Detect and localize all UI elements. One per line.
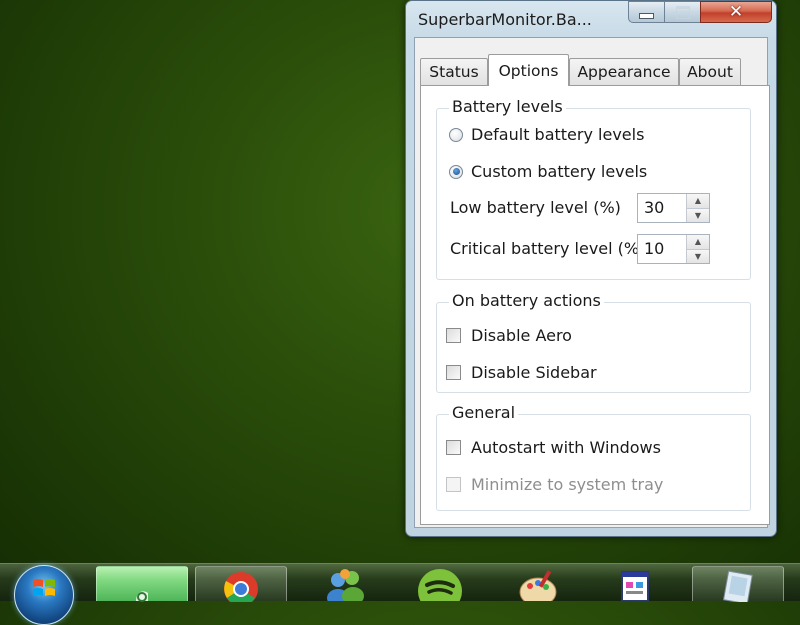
- maximize-icon: [675, 5, 690, 19]
- close-icon: ✕: [728, 1, 744, 22]
- critical-battery-up-button[interactable]: ▲: [687, 235, 709, 250]
- maximize-button: [664, 1, 700, 23]
- chrome-button[interactable]: [195, 566, 287, 602]
- window-app-icon: [621, 571, 649, 601]
- minimize-to-tray-label: Minimize to system tray: [471, 475, 664, 494]
- disable-aero-checkbox[interactable]: [446, 328, 461, 343]
- window-title: SuperbarMonitor.Ba...: [418, 10, 592, 29]
- start-button[interactable]: [14, 565, 74, 625]
- document-app-icon: [722, 570, 753, 602]
- critical-battery-down-button[interactable]: ▼: [687, 249, 709, 263]
- battery-levels-group: Battery levels Default battery levels Cu…: [436, 97, 751, 280]
- window-app-button[interactable]: [600, 566, 670, 601]
- minimize-to-tray-checkbox: [446, 477, 461, 492]
- disable-aero-label: Disable Aero: [471, 326, 572, 345]
- chrome-icon: [224, 572, 258, 602]
- paint-icon: [519, 570, 557, 601]
- disable-sidebar-label: Disable Sidebar: [471, 363, 597, 382]
- tab-strip: Status Options Appearance About: [420, 54, 780, 86]
- minimize-to-tray-option: Minimize to system tray: [446, 475, 663, 494]
- options-panel: Battery levels Default battery levels Cu…: [420, 85, 770, 525]
- paint-button[interactable]: [503, 566, 573, 601]
- low-battery-down-button[interactable]: ▼: [687, 208, 709, 222]
- critical-battery-label: Critical battery level (%): [450, 239, 646, 258]
- minimize-button[interactable]: [628, 1, 664, 23]
- critical-battery-spin-buttons: ▲ ▼: [686, 235, 709, 263]
- low-battery-up-button[interactable]: ▲: [687, 194, 709, 209]
- taskbar: [0, 563, 800, 602]
- default-battery-levels-option[interactable]: Default battery levels: [449, 125, 644, 144]
- tab-status[interactable]: Status: [420, 58, 488, 85]
- autostart-label: Autostart with Windows: [471, 438, 661, 457]
- autostart-option[interactable]: Autostart with Windows: [446, 438, 661, 457]
- on-battery-actions-group: On battery actions Disable Aero Disable …: [436, 291, 751, 393]
- custom-battery-levels-radio[interactable]: [449, 164, 463, 179]
- disable-sidebar-option[interactable]: Disable Sidebar: [446, 363, 597, 382]
- spotify-button[interactable]: [405, 566, 475, 601]
- critical-battery-input[interactable]: 10: [638, 235, 686, 263]
- superbarmonitor-window: SuperbarMonitor.Ba... ✕ Status Options A…: [405, 0, 777, 537]
- critical-battery-spinner[interactable]: 10 ▲ ▼: [637, 234, 710, 264]
- active-app-button[interactable]: [96, 566, 188, 602]
- low-battery-label: Low battery level (%): [450, 198, 621, 217]
- general-group: General Autostart with Windows Minimize …: [436, 403, 751, 511]
- close-button[interactable]: ✕: [700, 1, 772, 23]
- document-app-button[interactable]: [692, 566, 784, 602]
- low-battery-spinner[interactable]: 30 ▲ ▼: [637, 193, 710, 223]
- messenger-button[interactable]: [310, 566, 380, 601]
- low-battery-spin-buttons: ▲ ▼: [686, 194, 709, 222]
- minimize-icon: [639, 13, 654, 19]
- disable-sidebar-checkbox[interactable]: [446, 365, 461, 380]
- general-title: General: [449, 403, 519, 423]
- default-battery-levels-label: Default battery levels: [471, 125, 645, 144]
- disable-aero-option[interactable]: Disable Aero: [446, 326, 572, 345]
- low-battery-input[interactable]: 30: [638, 194, 686, 222]
- tab-options[interactable]: Options: [488, 54, 569, 86]
- default-battery-levels-radio[interactable]: [449, 127, 463, 142]
- windows-logo-icon: [33, 579, 55, 596]
- autostart-checkbox[interactable]: [446, 440, 461, 455]
- battery-levels-title: Battery levels: [449, 97, 566, 117]
- title-bar[interactable]: SuperbarMonitor.Ba... ✕: [406, 1, 776, 37]
- caption-buttons: ✕: [628, 1, 772, 23]
- tab-about[interactable]: About: [679, 58, 741, 85]
- critical-battery-row: Critical battery level (%): [450, 239, 645, 258]
- low-battery-row: Low battery level (%): [450, 198, 621, 217]
- custom-battery-levels-label: Custom battery levels: [471, 162, 648, 181]
- tab-appearance[interactable]: Appearance: [569, 58, 679, 85]
- spotify-icon: [418, 569, 462, 601]
- active-app-icon: [136, 591, 148, 602]
- messenger-icon: [327, 569, 364, 601]
- window-client-area: Status Options Appearance About Battery …: [414, 37, 770, 528]
- on-battery-actions-title: On battery actions: [449, 291, 604, 311]
- custom-battery-levels-option[interactable]: Custom battery levels: [449, 162, 647, 181]
